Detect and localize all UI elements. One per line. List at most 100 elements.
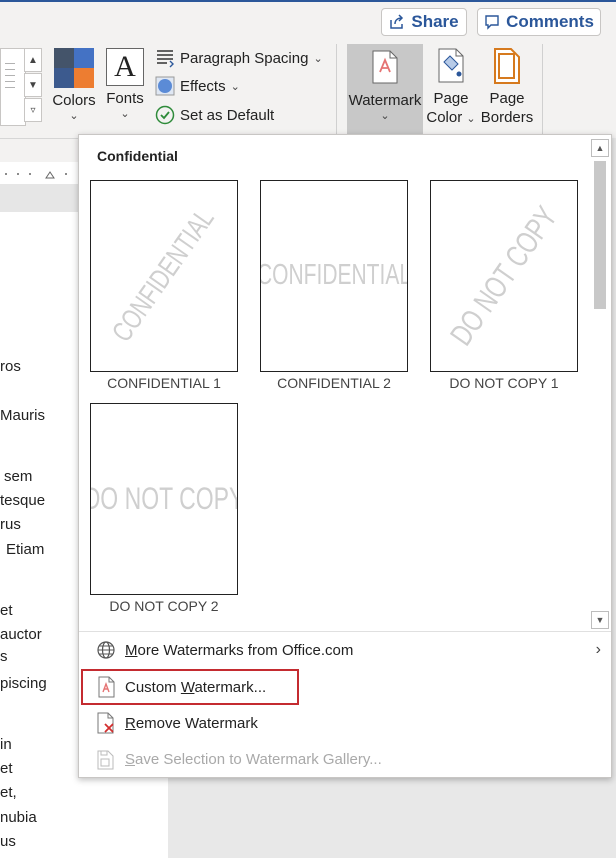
watermark-preview: DO NOT COPY — [430, 180, 578, 372]
scroll-thumb[interactable] — [594, 161, 606, 309]
save-selection-label: Save Selection to Watermark Gallery... — [125, 750, 382, 768]
color-swatch — [54, 68, 74, 88]
gallery-section-title: Confidential — [97, 148, 178, 164]
watermark-preview-text: CONFIDENTIAL — [106, 203, 221, 348]
paragraph-spacing-label: Paragraph Spacing — [180, 49, 309, 67]
document-line: et — [0, 760, 13, 777]
watermark-caption: CONFIDENTIAL 1 — [107, 375, 221, 391]
document-line: Etiam — [6, 541, 45, 558]
effects-button[interactable]: Effects ⌄ — [155, 76, 240, 96]
preview-lines: —— —— —— —— —— — [5, 61, 15, 91]
watermark-caption: CONFIDENTIAL 2 — [277, 375, 391, 391]
scroll-up-button[interactable]: ▲ — [591, 139, 609, 157]
watermark-caption: DO NOT COPY 1 — [449, 375, 559, 391]
gallery-up-button[interactable]: ▲ — [24, 48, 42, 72]
watermark-option-do-not-copy-2[interactable]: DO NOT COPY DO NOT COPY 2 — [90, 403, 238, 614]
watermark-preview: CONFIDENTIAL — [90, 180, 238, 372]
document-line: tesque — [0, 492, 46, 509]
ruler-marks — [5, 171, 67, 179]
document-line: et, — [0, 784, 17, 801]
chevron-down-icon: ⌄ — [380, 110, 390, 122]
gallery-more-button[interactable]: ▿ — [24, 98, 42, 122]
chevron-down-icon: ⌄ — [230, 80, 240, 93]
document-line: in — [0, 736, 12, 753]
document-line: rus — [0, 516, 21, 533]
color-swatch — [54, 48, 74, 68]
colors-label: Colors — [52, 92, 96, 109]
page-color-icon — [438, 48, 464, 83]
watermark-preview-text: DO NOT COPY — [90, 480, 238, 516]
watermark-dropdown: Confidential CONFIDENTIAL CONFIDENTIAL 1… — [78, 134, 612, 778]
color-swatch — [74, 48, 94, 68]
share-icon — [390, 14, 404, 29]
chevron-down-icon: ▼ — [595, 615, 605, 625]
page-color-label-line2: Color ⌄ — [426, 109, 476, 126]
watermark-option-do-not-copy-1[interactable]: DO NOT COPY DO NOT COPY 1 — [430, 180, 578, 391]
more-watermarks-label: More Watermarks from Office.com — [125, 641, 354, 659]
custom-watermark-highlight — [81, 669, 299, 705]
colors-button[interactable]: Colors ⌄ — [51, 48, 97, 122]
document-line: sem — [4, 468, 33, 485]
document-line: us — [0, 833, 16, 850]
color-swatch — [74, 68, 94, 88]
chevron-down-icon: ⌄ — [69, 110, 79, 122]
watermark-preview-text: DO NOT COPY — [443, 199, 564, 352]
globe-icon — [95, 639, 117, 661]
ribbon-separator — [336, 44, 337, 134]
document-line: piscing — [0, 675, 47, 692]
colors-icon — [54, 48, 94, 88]
comments-button[interactable]: Comments — [477, 8, 601, 36]
paragraph-spacing-icon — [157, 50, 174, 68]
gallery-scroll: ▲ ▼ ▿ — [24, 48, 42, 124]
share-button[interactable]: Share — [381, 8, 467, 36]
page-color-label: Page — [433, 90, 469, 107]
paragraph-spacing-button[interactable]: Paragraph Spacing ⌄ — [155, 48, 323, 68]
themes-gallery-preview[interactable]: —— —— —— —— —— — [0, 48, 26, 126]
checkmark-circle-icon — [155, 105, 175, 125]
scroll-down-button[interactable]: ▼ — [591, 611, 609, 629]
fonts-button[interactable]: A Fonts ⌄ — [103, 48, 147, 120]
chevron-down-icon: ⌄ — [313, 52, 323, 65]
comment-icon — [485, 15, 499, 30]
chevron-up-icon: ▲ — [28, 54, 38, 66]
watermark-icon — [372, 50, 398, 84]
ribbon: Share Comments —— —— —— —— —— ▲ ▼ ▿ Colors ⌄… — [0, 2, 616, 139]
chevron-down-icon: ⌄ — [466, 113, 476, 125]
document-line: s — [0, 648, 8, 665]
watermark-label: Watermark — [348, 92, 422, 109]
set-as-default-button[interactable]: Set as Default — [155, 105, 274, 125]
save-to-gallery-icon — [95, 748, 117, 770]
watermark-option-confidential-2[interactable]: CONFIDENTIAL CONFIDENTIAL 2 — [260, 180, 408, 391]
watermark-preview-text: CONFIDENTIAL — [260, 259, 408, 291]
watermark-option-confidential-1[interactable]: CONFIDENTIAL CONFIDENTIAL 1 — [90, 180, 238, 391]
watermark-caption: DO NOT COPY 2 — [109, 598, 219, 614]
fonts-label: Fonts — [106, 90, 144, 107]
more-watermarks-menu-item[interactable]: More Watermarks from Office.com › — [81, 633, 609, 667]
watermark-button[interactable]: Watermark ⌄ — [347, 44, 423, 138]
share-label: Share — [411, 12, 459, 31]
document-line: ros — [0, 358, 21, 375]
document-line: et — [0, 602, 13, 619]
ruler — [0, 162, 78, 185]
fonts-icon: A — [106, 48, 144, 86]
chevron-down-icon: ▼ — [28, 79, 38, 91]
ribbon-separator — [542, 44, 543, 134]
chevron-down-icon: ⌄ — [120, 108, 130, 120]
watermark-preview: DO NOT COPY — [90, 403, 238, 595]
document-line: Mauris — [0, 407, 46, 424]
effects-label: Effects — [180, 77, 226, 95]
page-borders-label-line2: Borders — [480, 109, 534, 126]
page-borders-label: Page — [489, 90, 525, 107]
page-borders-button[interactable]: Page Borders — [480, 48, 534, 127]
watermark-preview: CONFIDENTIAL — [260, 180, 408, 372]
menu-divider — [79, 631, 611, 632]
remove-watermark-menu-item[interactable]: Remove Watermark — [81, 706, 609, 740]
effects-icon — [155, 76, 175, 96]
save-selection-menu-item: Save Selection to Watermark Gallery... — [81, 742, 609, 776]
set-as-default-label: Set as Default — [180, 106, 275, 124]
expand-icon: ▿ — [30, 104, 36, 116]
gallery-down-button[interactable]: ▼ — [24, 73, 42, 97]
gallery-scrollbar[interactable]: ▲ ▼ — [591, 139, 609, 629]
page-color-button[interactable]: Page Color ⌄ — [426, 48, 476, 129]
remove-watermark-icon — [95, 712, 117, 734]
